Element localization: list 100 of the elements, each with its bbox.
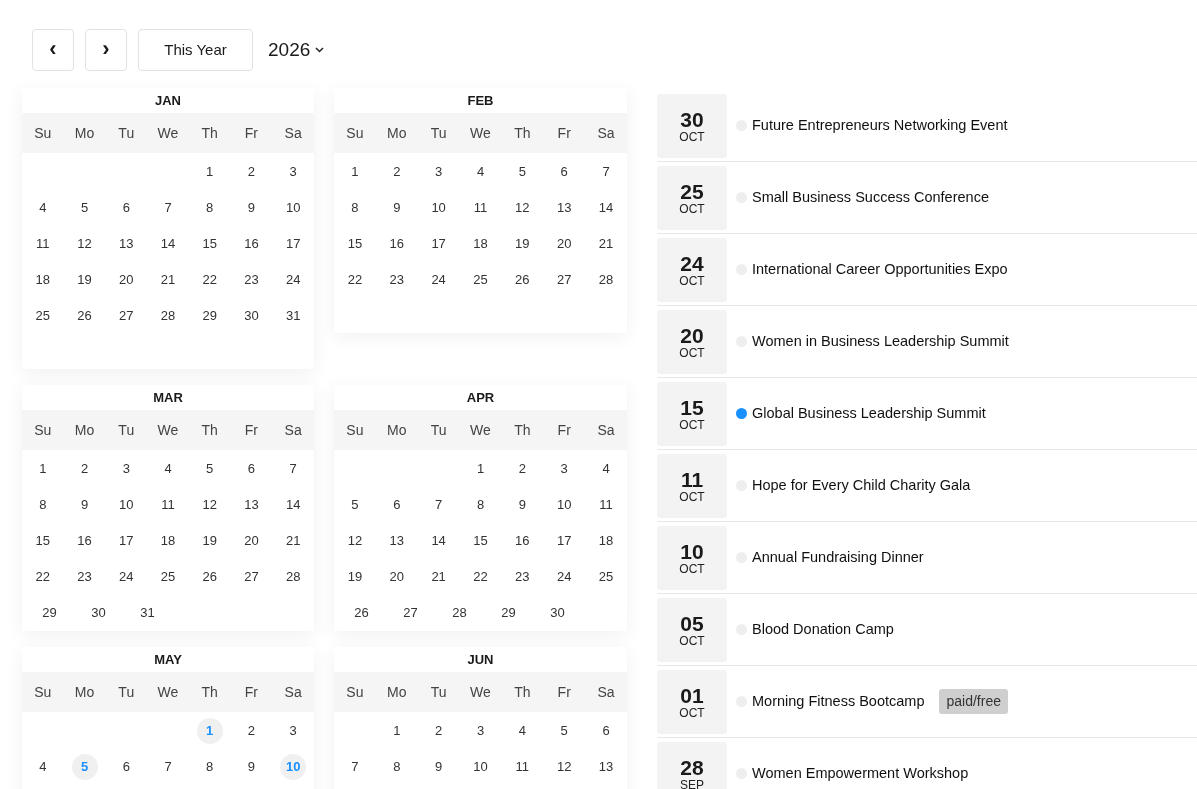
day-number[interactable]: 22 <box>473 564 488 590</box>
day-number[interactable]: 1 <box>476 456 485 482</box>
day-number[interactable]: 8 <box>39 492 47 518</box>
day-number[interactable]: 9 <box>393 195 401 221</box>
day-number[interactable]: 24 <box>119 564 134 590</box>
day-number[interactable]: 21 <box>285 528 301 554</box>
day-number[interactable]: 13 <box>598 754 614 780</box>
day-number[interactable]: 14 <box>431 528 446 554</box>
day-number[interactable]: 31 <box>140 600 155 626</box>
day-number[interactable]: 18 <box>598 528 614 554</box>
day-number[interactable]: 28 <box>598 267 614 293</box>
day-number[interactable]: 16 <box>77 528 92 554</box>
day-number[interactable]: 28 <box>285 564 301 590</box>
day-number[interactable]: 18 <box>160 528 176 554</box>
day-number[interactable]: 19 <box>202 528 217 554</box>
day-number[interactable]: 16 <box>244 231 259 257</box>
day-number[interactable]: 20 <box>119 267 134 293</box>
day-number[interactable]: 15 <box>202 231 217 257</box>
day-number[interactable]: 6 <box>247 456 256 482</box>
day-number[interactable]: 4 <box>39 754 47 780</box>
day-number[interactable]: 29 <box>202 303 217 329</box>
day-number[interactable]: 23 <box>77 564 92 590</box>
day-number[interactable]: 19 <box>347 564 363 590</box>
day-number[interactable]: 10 <box>285 195 301 221</box>
day-number[interactable]: 5 <box>560 718 568 744</box>
day-number[interactable]: 14 <box>598 195 614 221</box>
day-number[interactable]: 21 <box>431 564 446 590</box>
previous-button[interactable]: ‹ <box>32 29 74 71</box>
day-number[interactable]: 27 <box>119 303 134 329</box>
day-number[interactable]: 3 <box>122 456 130 482</box>
day-number[interactable]: 7 <box>351 754 359 780</box>
day-number[interactable]: 5 <box>80 195 89 221</box>
day-number[interactable]: 10 <box>119 492 134 518</box>
day-number[interactable]: 17 <box>285 231 301 257</box>
day-number[interactable]: 3 <box>289 159 297 185</box>
day-number[interactable]: 29 <box>501 600 516 626</box>
day-number[interactable]: 24 <box>556 564 572 590</box>
day-number[interactable]: 13 <box>556 195 572 221</box>
day-number[interactable]: 1 <box>393 718 401 744</box>
day-number[interactable]: 2 <box>80 456 89 482</box>
day-number[interactable]: 24 <box>431 267 446 293</box>
day-number[interactable]: 26 <box>202 564 217 590</box>
day-number[interactable]: 2 <box>435 718 443 744</box>
day-number[interactable]: 24 <box>285 267 301 293</box>
year-dropdown[interactable]: 2026 <box>268 35 325 65</box>
day-number[interactable]: 6 <box>122 754 130 780</box>
day-number[interactable]: 22 <box>35 564 51 590</box>
day-number[interactable]: 6 <box>602 718 610 744</box>
day-number[interactable]: 30 <box>550 600 565 626</box>
day-number[interactable]: 31 <box>285 303 301 329</box>
event-title[interactable]: Global Business Leadership Summit <box>752 402 986 425</box>
day-number[interactable]: 25 <box>598 564 614 590</box>
this-year-button[interactable]: This Year <box>138 29 253 71</box>
day-number[interactable]: 30 <box>91 600 106 626</box>
day-number[interactable]: 4 <box>476 159 485 185</box>
day-number[interactable]: 22 <box>202 267 217 293</box>
day-number[interactable]: 2 <box>518 456 526 482</box>
day-number[interactable]: 8 <box>476 492 485 518</box>
day-number[interactable]: 26 <box>515 267 530 293</box>
day-number[interactable]: 11 <box>161 492 175 518</box>
day-number[interactable]: 18 <box>35 267 51 293</box>
event-title[interactable]: Annual Fundraising Dinner <box>752 546 924 569</box>
day-number[interactable]: 8 <box>351 195 359 221</box>
day-number[interactable]: 6 <box>560 159 568 185</box>
day-number[interactable]: 3 <box>289 718 297 744</box>
day-number[interactable]: 9 <box>247 195 256 221</box>
event-title[interactable]: Women in Business Leadership Summit <box>752 330 1009 353</box>
day-number[interactable]: 9 <box>247 754 256 780</box>
day-number[interactable]: 23 <box>389 267 404 293</box>
next-button[interactable]: › <box>85 29 127 71</box>
day-number[interactable]: 3 <box>476 718 485 744</box>
day-number[interactable]: 15 <box>473 528 488 554</box>
day-number[interactable]: 4 <box>164 456 172 482</box>
day-number[interactable]: 25 <box>473 267 488 293</box>
event-title[interactable]: Small Business Success Conference <box>752 186 989 209</box>
day-number[interactable]: 8 <box>206 195 214 221</box>
event-title[interactable]: Hope for Every Child Charity Gala <box>752 474 971 497</box>
day-number[interactable]: 7 <box>164 754 172 780</box>
day-number[interactable]: 29 <box>42 600 57 626</box>
day-number[interactable]: 12 <box>347 528 363 554</box>
day-number[interactable]: 25 <box>35 303 51 329</box>
day-number[interactable]: 5 <box>351 492 359 518</box>
day-number[interactable]: 1 <box>39 456 47 482</box>
day-number[interactable]: 12 <box>77 231 92 257</box>
event-title[interactable]: Future Entrepreneurs Networking Event <box>752 114 1008 137</box>
day-number[interactable]: 7 <box>602 159 610 185</box>
day-number[interactable]: 16 <box>389 231 404 257</box>
day-number[interactable]: 5 <box>518 159 526 185</box>
day-number[interactable]: 1 <box>351 159 359 185</box>
day-number[interactable]: 7 <box>289 456 297 482</box>
day-number[interactable]: 18 <box>473 231 488 257</box>
day-number[interactable]: 5 <box>206 456 214 482</box>
day-number[interactable]: 30 <box>244 303 259 329</box>
day-number[interactable]: 14 <box>285 492 301 518</box>
day-number[interactable]: 11 <box>36 231 50 257</box>
day-number[interactable]: 12 <box>556 754 572 780</box>
day-number[interactable]: 8 <box>393 754 401 780</box>
day-number[interactable]: 26 <box>354 600 369 626</box>
day-number[interactable]: 7 <box>435 492 443 518</box>
day-number[interactable]: 23 <box>515 564 530 590</box>
